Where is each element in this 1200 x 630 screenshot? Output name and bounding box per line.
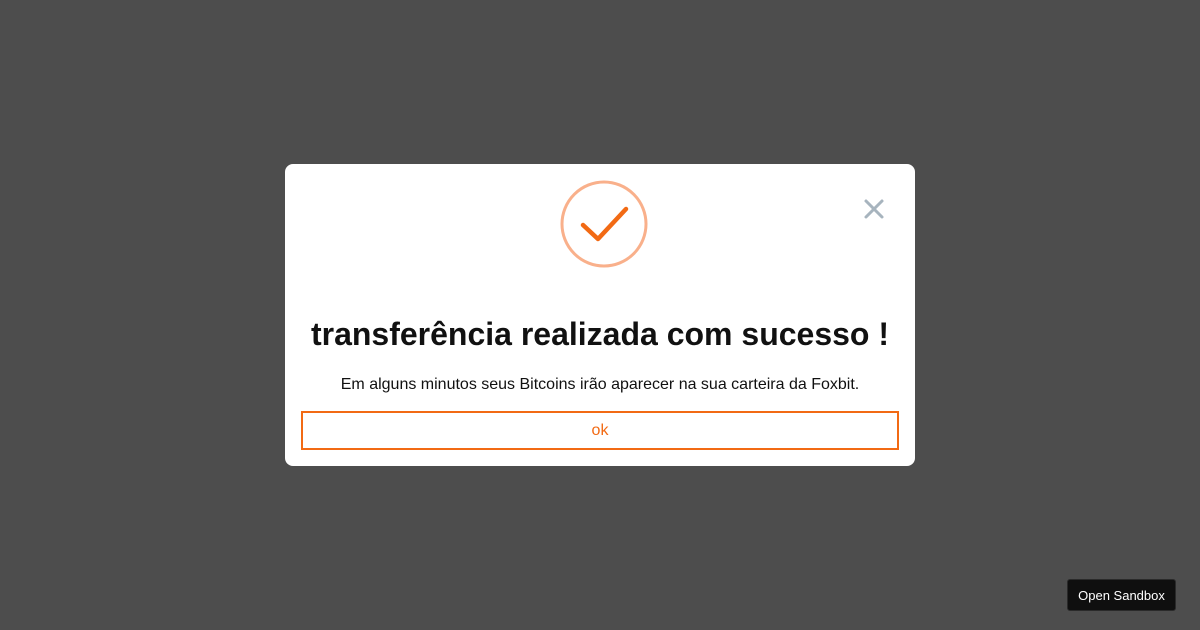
dialog-title: transferência realizada com sucesso ! [310, 316, 890, 352]
ok-button[interactable]: ok [301, 411, 899, 450]
dialog-message: Em alguns minutos seus Bitcoins irão apa… [340, 376, 860, 393]
success-dialog: transferência realizada com sucesso ! Em… [285, 164, 915, 466]
close-icon [861, 196, 887, 222]
close-button[interactable] [861, 196, 887, 222]
check-circle-icon [559, 179, 649, 269]
open-sandbox-button[interactable]: Open Sandbox [1067, 579, 1176, 611]
